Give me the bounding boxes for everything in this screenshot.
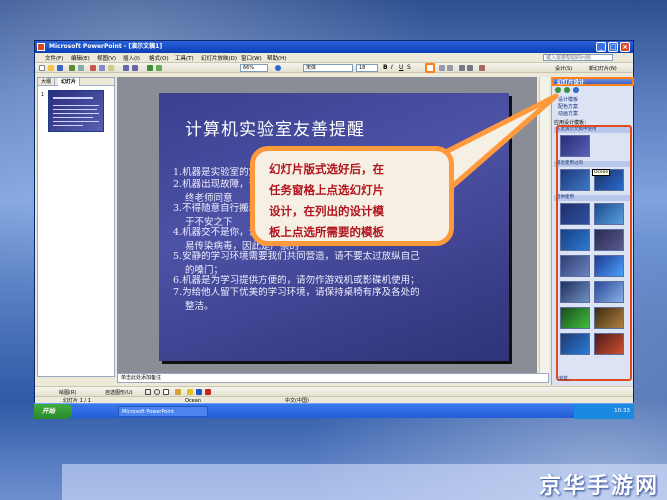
taskbar-item-powerpoint[interactable]: Microsoft PowerPoint: [118, 406, 208, 417]
callout-line: 设计，在列出的设计模: [269, 204, 384, 218]
callout-line: 板上点选所需要的模板: [269, 225, 384, 239]
site-watermark: 京华手游网: [538, 474, 659, 499]
callout-line: 任务窗格上点选幻灯片: [269, 183, 384, 197]
callout-pointer: [427, 93, 559, 193]
instruction-callout: 幻灯片版式选好后，在 任务窗格上点选幻灯片 设计，在列出的设计模 板上点选所需要…: [250, 146, 454, 246]
callout-text: 幻灯片版式选好后，在 任务窗格上点选幻灯片 设计，在列出的设计模 板上点选所需要…: [269, 159, 445, 243]
windows-taskbar: 开始 Microsoft PowerPoint 10:33: [34, 403, 634, 419]
start-button[interactable]: 开始: [34, 404, 72, 419]
callout-line: 幻灯片版式选好后，在: [269, 162, 384, 176]
system-tray-clock: 10:33: [574, 404, 634, 419]
